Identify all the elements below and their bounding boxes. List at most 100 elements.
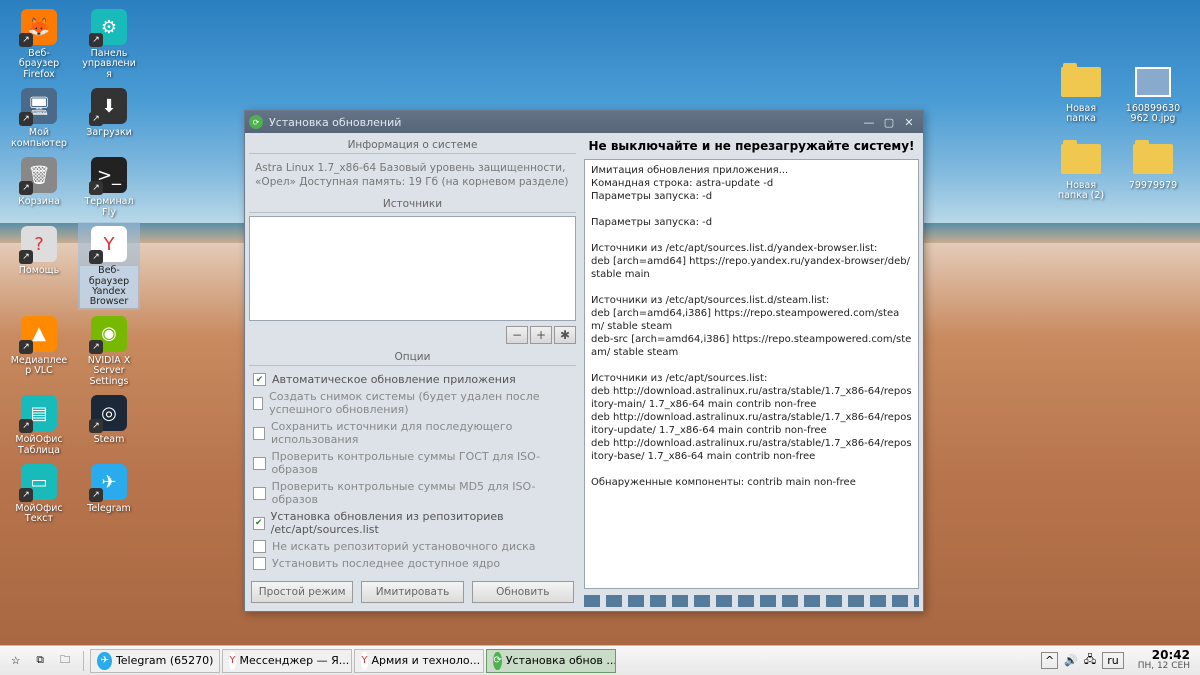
option-row-1[interactable]: Создать снимок системы (будет удален пос… bbox=[253, 388, 572, 418]
checkbox-icon[interactable] bbox=[253, 457, 266, 470]
system-tray: ^ 🔊 🖧 ru bbox=[1035, 651, 1130, 670]
desktop-icon-text[interactable]: ▭МойОфис Текст bbox=[8, 460, 70, 527]
taskbar-task-update[interactable]: ⟳Установка обнов ... bbox=[486, 649, 616, 673]
update-icon: ⟳ bbox=[249, 115, 263, 129]
desktop-icon-label: Telegram bbox=[87, 504, 131, 514]
clock-date: ПН, 12 СЕН bbox=[1138, 662, 1190, 672]
update-button[interactable]: Обновить bbox=[472, 581, 574, 603]
desktop-icon-downloads[interactable]: ⬇Загрузки bbox=[78, 84, 140, 151]
window-title: Установка обновлений bbox=[269, 116, 859, 129]
desktop-icon-label: Медиаплеер VLC bbox=[10, 356, 68, 377]
desktop-icon-label: Мой компьютер bbox=[10, 128, 68, 149]
sources-list[interactable] bbox=[249, 216, 576, 321]
desktop-icons-right: Новая папка 160899630962 0.jpg Новая папка… bbox=[1050, 60, 1190, 204]
shortcut-badge-icon bbox=[89, 340, 103, 354]
option-row-4[interactable]: Проверить контрольные суммы MD5 для ISO-… bbox=[253, 478, 572, 508]
yandex-icon: Y bbox=[361, 652, 367, 670]
language-indicator[interactable]: ru bbox=[1102, 652, 1124, 669]
option-row-2[interactable]: Сохранить источники для последующего исп… bbox=[253, 418, 572, 448]
start-menu-button[interactable]: ☆ bbox=[4, 649, 27, 673]
option-label: Автоматическое обновление приложения bbox=[272, 373, 516, 386]
option-label: Проверить контрольные суммы ГОСТ для ISO… bbox=[272, 450, 573, 476]
desktop-icon-help[interactable]: ?Помощь bbox=[8, 222, 70, 310]
volume-icon[interactable]: 🔊 bbox=[1064, 654, 1078, 667]
text-icon: ▭ bbox=[19, 462, 59, 502]
option-row-7[interactable]: Установить последнее доступное ядро bbox=[253, 555, 572, 572]
log-output[interactable]: Имитация обновления приложения... Команд… bbox=[584, 159, 919, 589]
simple-mode-button[interactable]: Простой режим bbox=[251, 581, 353, 603]
desktop-icon-label: Steam bbox=[94, 435, 125, 445]
clock[interactable]: 20:42 ПН, 12 СЕН bbox=[1132, 649, 1196, 672]
taskbar-tasks: ✈Telegram (65270)YМессенджер — Я...YАрми… bbox=[90, 649, 616, 673]
nvidia-icon: ◉ bbox=[89, 314, 129, 354]
checkbox-icon[interactable] bbox=[253, 540, 266, 553]
folder-icon bbox=[1133, 144, 1173, 174]
maximize-button[interactable]: ▢ bbox=[879, 114, 899, 130]
desktop-icon-vlc[interactable]: ▲Медиаплеер VLC bbox=[8, 312, 70, 389]
add-source-button[interactable]: + bbox=[530, 326, 552, 344]
shortcut-badge-icon bbox=[89, 112, 103, 126]
file-manager-button[interactable]: 🗀 bbox=[53, 649, 78, 673]
task-label: Telegram (65270) bbox=[116, 654, 213, 667]
system-info: Astra Linux 1.7_x86-64 Базовый уровень з… bbox=[249, 157, 576, 193]
desktop-icon-steam[interactable]: ◎Steam bbox=[78, 391, 140, 458]
desktop-icon-79979979[interactable]: 79979979 bbox=[1122, 137, 1184, 204]
yandex-icon: Y bbox=[229, 652, 235, 670]
checkbox-icon[interactable] bbox=[253, 487, 266, 500]
sources-buttons: − + ✱ bbox=[249, 324, 576, 346]
checkbox-icon[interactable] bbox=[253, 517, 265, 530]
desktop-icon-label: Новая папка (2) bbox=[1052, 181, 1110, 202]
close-button[interactable]: ✕ bbox=[899, 114, 919, 130]
desktop-icon-terminal[interactable]: >_Терминал Fly bbox=[78, 153, 140, 220]
desktop-icon-panel[interactable]: ⚙Панель управления bbox=[78, 5, 140, 82]
taskbar-task-yandex[interactable]: Y Армия и техноло... bbox=[354, 649, 484, 673]
option-row-6[interactable]: Не искать репозиторий установочного диск… bbox=[253, 538, 572, 555]
desktop-icon-Новая-папка[interactable]: Новая папка bbox=[1050, 60, 1112, 127]
desktop-icon-trash[interactable]: 🗑Корзина bbox=[8, 153, 70, 220]
shortcut-badge-icon bbox=[19, 33, 33, 47]
options-list: Автоматическое обновление приложения Созд… bbox=[249, 369, 576, 574]
shortcut-badge-icon bbox=[19, 181, 33, 195]
desktop-icon-yandex[interactable]: YВеб-браузер Yandex Browser bbox=[78, 222, 140, 310]
titlebar[interactable]: ⟳ Установка обновлений — ▢ ✕ bbox=[245, 111, 923, 133]
simulate-button[interactable]: Имитировать bbox=[361, 581, 463, 603]
checkbox-icon[interactable] bbox=[253, 373, 266, 386]
task-label: Армия и техноло... bbox=[372, 654, 481, 667]
option-row-0[interactable]: Автоматическое обновление приложения bbox=[253, 371, 572, 388]
shortcut-badge-icon bbox=[89, 33, 103, 47]
tray-caret-icon[interactable]: ^ bbox=[1041, 652, 1058, 669]
telegram-icon: ✈ bbox=[89, 462, 129, 502]
checkbox-icon[interactable] bbox=[253, 397, 263, 410]
desktop-icon-Новая-папка-(2)[interactable]: Новая папка (2) bbox=[1050, 137, 1112, 204]
terminal-icon: >_ bbox=[89, 155, 129, 195]
show-desktop-button[interactable]: ⧉ bbox=[29, 649, 51, 673]
minimize-button[interactable]: — bbox=[859, 114, 879, 130]
desktop-icon-label: Загрузки bbox=[86, 128, 132, 138]
option-row-5[interactable]: Установка обновления из репозиториев /et… bbox=[253, 508, 572, 538]
settings-source-button[interactable]: ✱ bbox=[554, 326, 576, 344]
option-label: Не искать репозиторий установочного диск… bbox=[272, 540, 536, 553]
desktop-icon-nvidia[interactable]: ◉NVIDIA X Server Settings bbox=[78, 312, 140, 389]
desktop-icon-computer[interactable]: 🖥Мой компьютер bbox=[8, 84, 70, 151]
shortcut-badge-icon bbox=[89, 419, 103, 433]
desktop-icon-160899630962-0.jpg[interactable]: 160899630962 0.jpg bbox=[1122, 60, 1184, 127]
option-row-3[interactable]: Проверить контрольные суммы ГОСТ для ISO… bbox=[253, 448, 572, 478]
desktop-icons-grid: 🦊Веб-браузер Firefox⚙Панель управления🖥М… bbox=[8, 5, 140, 527]
telegram-icon: ✈ bbox=[97, 652, 112, 670]
progress-bar bbox=[584, 595, 919, 607]
desktop-icon-telegram[interactable]: ✈ Telegram bbox=[78, 460, 140, 527]
desktop: 🦊Веб-браузер Firefox⚙Панель управления🖥М… bbox=[0, 0, 1200, 675]
remove-source-button[interactable]: − bbox=[506, 326, 528, 344]
checkbox-icon[interactable] bbox=[253, 427, 265, 440]
network-icon[interactable]: 🖧 bbox=[1084, 651, 1096, 670]
desktop-icon-firefox[interactable]: 🦊Веб-браузер Firefox bbox=[8, 5, 70, 82]
taskbar-task-yandex[interactable]: YМессенджер — Я... bbox=[222, 649, 352, 673]
desktop-icon-table[interactable]: ▤МойОфис Таблица bbox=[8, 391, 70, 458]
option-label: Сохранить источники для последующего исп… bbox=[271, 420, 572, 446]
desktop-icon-label: Терминал Fly bbox=[80, 197, 138, 218]
taskbar-task-telegram[interactable]: ✈ Telegram (65270) bbox=[90, 649, 220, 673]
checkbox-icon[interactable] bbox=[253, 557, 266, 570]
desktop-icon-label: Новая папка bbox=[1052, 104, 1110, 125]
shortcut-badge-icon bbox=[89, 488, 103, 502]
option-label: Установить последнее доступное ядро bbox=[272, 557, 500, 570]
